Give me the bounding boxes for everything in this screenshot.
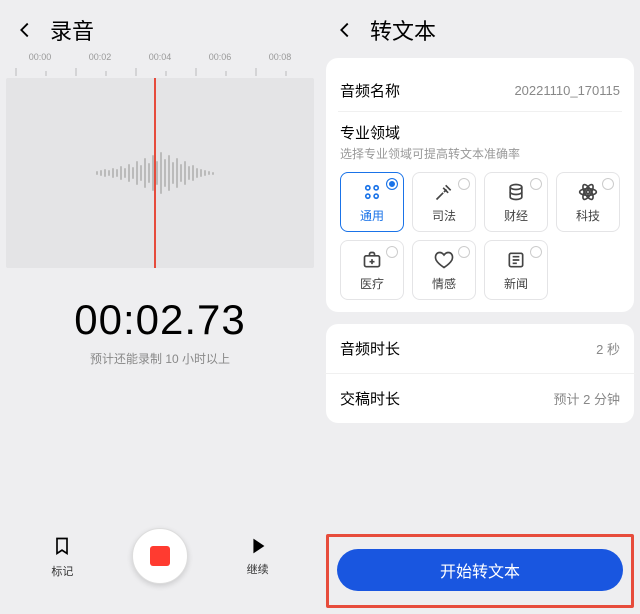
transcribe-title: 转文本 [370, 14, 436, 46]
heart-icon [433, 249, 455, 271]
domain-heading: 专业领域 [340, 122, 400, 143]
audio-duration-row: 音频时长 2 秒 [326, 324, 634, 373]
back-icon[interactable] [334, 19, 356, 41]
play-icon [247, 535, 269, 557]
domain-label: 情感 [432, 275, 456, 292]
recorder-header: 录音 [6, 6, 314, 50]
delivery-label: 交稿时长 [340, 388, 400, 409]
news-icon [505, 249, 527, 271]
elapsed-time: 00:02.73 [6, 296, 314, 344]
playhead[interactable] [154, 78, 156, 268]
radio-icon [530, 246, 542, 258]
waveform[interactable] [6, 78, 314, 268]
ruler-label: 00:06 [209, 52, 232, 62]
domain-label: 司法 [432, 207, 456, 224]
recorder-controls: 标记 继续 [6, 510, 314, 608]
domain-label: 科技 [576, 207, 600, 224]
start-transcribe-button[interactable]: 开始转文本 [337, 549, 623, 591]
info-card: 音频时长 2 秒 交稿时长 预计 2 分钟 [326, 324, 634, 423]
domain-tile-gavel[interactable]: 司法 [412, 172, 476, 232]
domain-tile-medkit[interactable]: 医疗 [340, 240, 404, 300]
ruler-label: 00:04 [149, 52, 172, 62]
bookmark-label: 标记 [51, 563, 73, 579]
settings-card: 音频名称 20221110_170115 专业领域 选择专业领域可提高转文本准确… [326, 58, 634, 312]
transcribe-panel: 转文本 音频名称 20221110_170115 专业领域 选择专业领域可提高转… [320, 0, 640, 614]
bookmark-button[interactable]: 标记 [51, 533, 73, 579]
delivery-row: 交稿时长 预计 2 分钟 [326, 374, 634, 423]
domain-tile-atom[interactable]: 科技 [556, 172, 620, 232]
domain-label: 财经 [504, 207, 528, 224]
ruler-label: 00:00 [29, 52, 52, 62]
transcribe-header: 转文本 [326, 6, 634, 50]
domain-label: 通用 [360, 207, 384, 224]
atom-icon [577, 181, 599, 203]
recorder-title: 录音 [50, 14, 94, 46]
bookmark-icon [52, 533, 72, 559]
radio-icon [602, 178, 614, 190]
audio-name-value: 20221110_170115 [514, 83, 620, 98]
audio-duration-label: 音频时长 [340, 338, 400, 359]
radio-icon [458, 246, 470, 258]
domain-tile-coins[interactable]: 财经 [484, 172, 548, 232]
ruler-label: 00:08 [269, 52, 292, 62]
ruler-ticks [6, 68, 306, 76]
domain-label: 医疗 [360, 275, 384, 292]
cta-highlight-box: 开始转文本 [326, 534, 634, 608]
audio-duration-value: 2 秒 [596, 339, 620, 358]
time-ruler: 00:00 00:02 00:04 00:06 00:08 [6, 52, 314, 76]
domain-heading-row: 专业领域 [340, 112, 620, 143]
back-icon[interactable] [14, 19, 36, 41]
domain-tile-heart[interactable]: 情感 [412, 240, 476, 300]
radio-icon [530, 178, 542, 190]
domain-tile-grid[interactable]: 通用 [340, 172, 404, 232]
grid-icon [361, 181, 383, 203]
medkit-icon [361, 249, 383, 271]
radio-icon [386, 178, 398, 190]
continue-label: 继续 [247, 561, 269, 577]
continue-button[interactable]: 继续 [247, 535, 269, 577]
audio-name-row: 音频名称 20221110_170115 [340, 70, 620, 111]
remaining-estimate: 预计还能录制 10 小时以上 [6, 350, 314, 367]
audio-name-label: 音频名称 [340, 80, 400, 101]
recorder-panel: 录音 00:00 00:02 00:04 00:06 00:08 00:02.73 预计… [0, 0, 320, 614]
coins-icon [505, 181, 527, 203]
domain-grid: 通用 司法 财经 科技医疗 情感 新闻 [340, 172, 620, 300]
ruler-label: 00:02 [89, 52, 112, 62]
gavel-icon [433, 181, 455, 203]
radio-icon [386, 246, 398, 258]
domain-subheading: 选择专业领域可提高转文本准确率 [340, 145, 620, 162]
radio-icon [458, 178, 470, 190]
stop-icon [150, 546, 170, 566]
domain-tile-news[interactable]: 新闻 [484, 240, 548, 300]
record-stop-button[interactable] [132, 528, 188, 584]
domain-label: 新闻 [504, 275, 528, 292]
delivery-value: 预计 2 分钟 [554, 389, 620, 408]
